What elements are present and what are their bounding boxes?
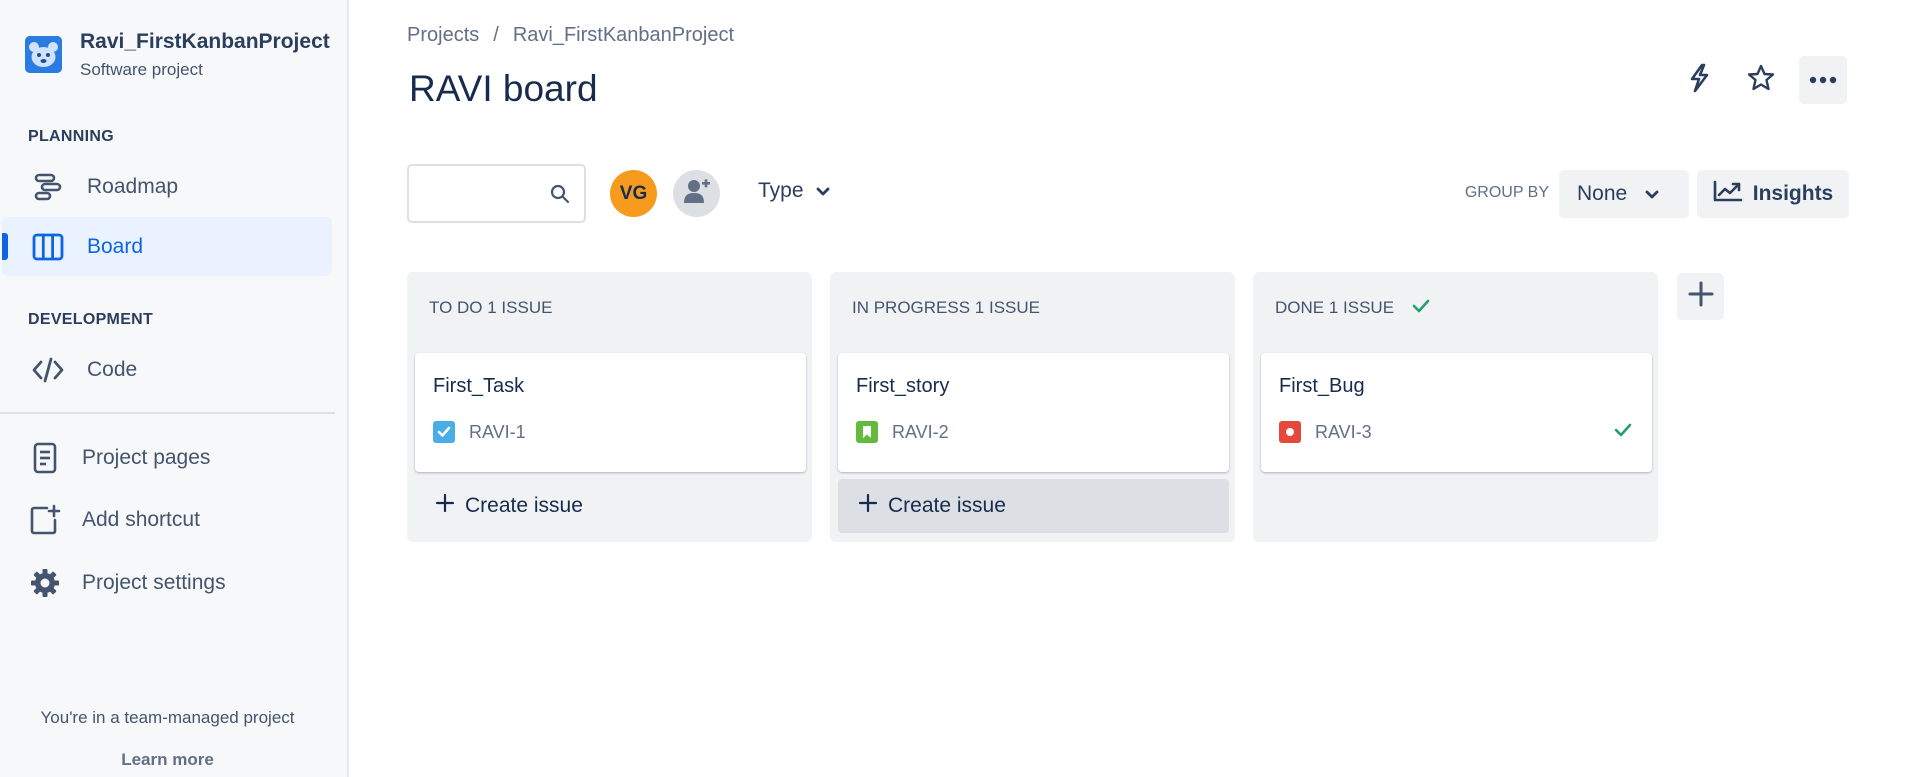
- column-header: IN PROGRESS 1 ISSUE: [852, 298, 1040, 318]
- type-filter-label: Type: [758, 179, 804, 202]
- story-type-icon: [856, 421, 878, 443]
- breadcrumb-project[interactable]: Ravi_FirstKanbanProject: [513, 24, 734, 47]
- issue-key-row: RAVI-1: [433, 421, 526, 443]
- board-icon: [29, 232, 67, 262]
- issue-key-row: RAVI-3: [1279, 421, 1372, 443]
- add-column-button[interactable]: [1677, 273, 1724, 320]
- sidebar-item-add-shortcut[interactable]: Add shortcut: [2, 490, 332, 549]
- sidebar-item-label: Project settings: [82, 570, 226, 594]
- breadcrumb: Projects / Ravi_FirstKanbanProject: [407, 24, 734, 47]
- sidebar-item-label: Code: [87, 357, 138, 381]
- bug-type-icon: [1279, 421, 1301, 443]
- create-issue-label: Create issue: [465, 494, 583, 517]
- column-header: TO DO 1 ISSUE: [429, 298, 552, 318]
- learn-more-link[interactable]: Learn more: [0, 750, 335, 770]
- board-column-todo: TO DO 1 ISSUE First_Task RAVI-1 Create i…: [407, 272, 812, 542]
- development-section-label: DEVELOPMENT: [28, 311, 154, 328]
- sidebar-item-label: Project pages: [82, 445, 211, 469]
- issue-key-row: RAVI-2: [856, 421, 949, 443]
- sidebar-item-board[interactable]: Board: [2, 217, 332, 276]
- project-header[interactable]: Ravi_FirstKanbanProject Software project: [25, 28, 330, 80]
- create-issue-button[interactable]: Create issue: [415, 479, 806, 533]
- sidebar-item-code[interactable]: Code: [2, 340, 332, 399]
- sidebar-item-roadmap[interactable]: Roadmap: [2, 157, 332, 216]
- board-column-in-progress: IN PROGRESS 1 ISSUE First_story RAVI-2 C…: [830, 272, 1235, 542]
- plus-icon: [1687, 280, 1715, 313]
- sidebar: Ravi_FirstKanbanProject Software project…: [0, 0, 349, 777]
- board-column-done: DONE 1 ISSUE First_Bug RAVI-3: [1253, 272, 1658, 542]
- sidebar-item-label: Add shortcut: [82, 507, 200, 531]
- issue-card[interactable]: First_story RAVI-2: [838, 353, 1229, 472]
- sidebar-item-label: Roadmap: [87, 174, 179, 198]
- breadcrumb-projects[interactable]: Projects: [407, 24, 479, 47]
- chevron-down-icon: [816, 179, 830, 203]
- lightning-icon: [1687, 63, 1711, 98]
- breadcrumb-separator: /: [493, 24, 499, 46]
- avatar[interactable]: VG: [610, 170, 657, 217]
- planning-section-label: PLANNING: [28, 128, 114, 145]
- create-issue-label: Create issue: [888, 494, 1006, 517]
- issue-card[interactable]: First_Task RAVI-1: [415, 353, 806, 472]
- add-person-icon: [683, 177, 711, 210]
- team-managed-note: You're in a team-managed project: [40, 708, 295, 727]
- more-icon: [1809, 71, 1837, 89]
- issue-key: RAVI-2: [892, 421, 949, 442]
- search-box[interactable]: [407, 164, 586, 223]
- star-icon: [1747, 64, 1775, 97]
- project-type: Software project: [80, 60, 203, 79]
- star-button[interactable]: [1737, 56, 1785, 104]
- sidebar-divider: [0, 412, 335, 414]
- code-icon: [29, 355, 67, 385]
- chevron-down-icon: [1645, 182, 1659, 206]
- project-avatar-icon: [25, 36, 62, 73]
- sidebar-item-project-settings[interactable]: Project settings: [2, 553, 332, 612]
- column-title: IN PROGRESS 1 ISSUE: [852, 298, 1040, 317]
- page-title: RAVI board: [409, 68, 598, 109]
- issue-title: First_story: [856, 375, 950, 397]
- more-actions-button[interactable]: [1799, 56, 1847, 104]
- column-title: TO DO 1 ISSUE: [429, 298, 553, 317]
- gear-icon: [26, 568, 64, 598]
- roadmap-icon: [29, 172, 67, 202]
- create-issue-button[interactable]: Create issue: [838, 479, 1229, 533]
- column-header: DONE 1 ISSUE: [1275, 298, 1430, 318]
- automation-button[interactable]: [1675, 56, 1723, 104]
- done-check-icon: [1412, 298, 1430, 318]
- add-people-button[interactable]: [673, 170, 720, 217]
- issue-title: First_Bug: [1279, 375, 1365, 397]
- insights-label: Insights: [1752, 182, 1834, 205]
- header-actions: [1675, 56, 1847, 104]
- insights-button[interactable]: Insights: [1697, 170, 1849, 218]
- issue-key: RAVI-3: [1315, 421, 1372, 442]
- resolved-check-icon: [1614, 423, 1632, 442]
- group-by-label: GROUP BY: [1464, 184, 1549, 201]
- plus-icon: [858, 493, 878, 519]
- issue-key: RAVI-1: [469, 421, 526, 442]
- column-title: DONE 1 ISSUE: [1275, 298, 1395, 317]
- task-type-icon: [433, 421, 455, 443]
- group-by-value: None: [1577, 182, 1628, 205]
- issue-card[interactable]: First_Bug RAVI-3: [1261, 353, 1652, 472]
- plus-icon: [435, 493, 455, 519]
- issue-title: First_Task: [433, 375, 525, 397]
- type-filter-dropdown[interactable]: Type: [758, 179, 830, 203]
- trend-chart-icon: [1713, 180, 1743, 208]
- project-name: Ravi_FirstKanbanProject: [80, 30, 330, 53]
- add-shortcut-icon: [26, 504, 64, 535]
- sidebar-item-project-pages[interactable]: Project pages: [2, 428, 332, 487]
- filter-bar: VG Type GROUP BY None Insights: [407, 164, 1849, 223]
- page-icon: [26, 442, 64, 473]
- group-by-select[interactable]: None: [1559, 170, 1689, 218]
- search-icon: [550, 184, 570, 209]
- search-input[interactable]: [419, 180, 539, 208]
- sidebar-item-label: Board: [87, 234, 144, 258]
